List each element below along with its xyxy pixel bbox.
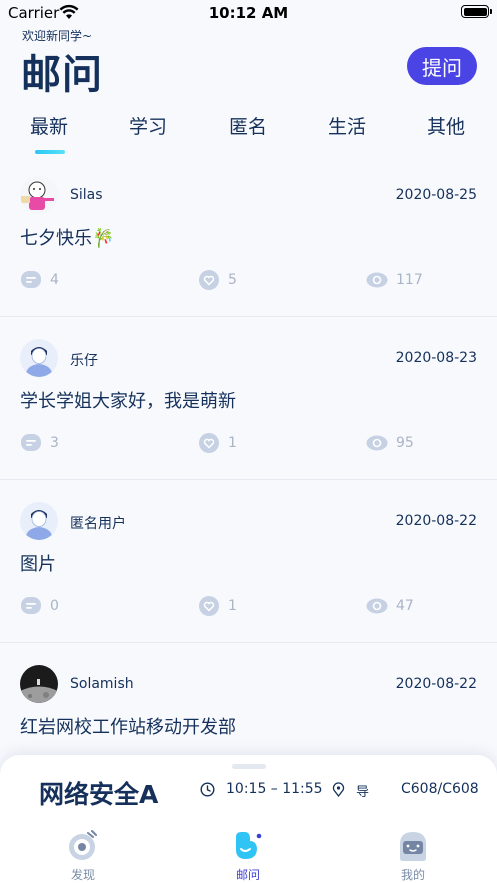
view-count: 95 <box>366 432 414 454</box>
like-count[interactable]: 1 <box>198 432 237 454</box>
nav-discover[interactable]: 发现 <box>53 830 113 882</box>
tab-life[interactable]: 生活 <box>328 112 366 139</box>
nav-qa-label: 邮问 <box>235 868 260 882</box>
nav-profile[interactable]: 我的 <box>383 830 443 882</box>
page-title: 邮问 <box>21 52 103 98</box>
category-tabs: 最新 学习 匿名 生活 其他 <box>0 112 497 152</box>
view-count: 117 <box>366 269 423 291</box>
location-icon <box>332 782 345 797</box>
course-name: 网络安全A <box>39 780 159 809</box>
question-card[interactable]: 匿名用户 2020-08-22 图片 0 1 47 <box>0 480 497 643</box>
view-count-value: 117 <box>396 272 423 288</box>
like-count-value: 5 <box>228 272 237 288</box>
status-bar: Carrier 10:12 AM <box>0 0 497 26</box>
course-room: C608/C608 <box>401 781 479 797</box>
post-content[interactable]: 七夕快乐🎋 <box>20 224 114 250</box>
nav-profile-label: 我的 <box>400 868 425 882</box>
bottom-navigation: 发现 邮问 我的 <box>0 822 497 883</box>
question-card[interactable]: Silas 2020-08-25 七夕快乐🎋 4 5 117 <box>0 154 497 317</box>
post-date: 2020-08-22 <box>395 676 477 692</box>
qa-icon <box>236 832 262 859</box>
comment-icon <box>21 434 41 451</box>
like-count-value: 1 <box>228 435 237 451</box>
heart-icon <box>199 596 219 616</box>
moon-photo-avatar[interactable] <box>20 665 58 703</box>
discover-icon <box>69 830 97 860</box>
eye-icon <box>366 435 388 451</box>
comment-count-value: 3 <box>50 435 59 451</box>
view-count-value: 95 <box>396 435 414 451</box>
post-content[interactable]: 图片 <box>20 550 56 576</box>
post-author[interactable]: 匿名用户 <box>70 513 126 533</box>
view-count-value: 47 <box>396 598 414 614</box>
like-count[interactable]: 1 <box>198 595 237 617</box>
comment-count-value: 0 <box>50 598 59 614</box>
default-user-avatar[interactable] <box>20 502 58 540</box>
pink-character-avatar[interactable] <box>20 176 58 214</box>
post-content[interactable]: 红岩网校工作站移动开发部 <box>20 713 236 739</box>
ask-question-button[interactable]: 提问 <box>407 47 477 85</box>
post-date: 2020-08-23 <box>395 350 477 366</box>
profile-icon <box>400 832 426 861</box>
post-content[interactable]: 学长学姐大家好，我是萌新 <box>20 387 236 413</box>
nav-discover-label: 发现 <box>70 868 95 882</box>
comment-count[interactable]: 4 <box>20 269 59 291</box>
comment-icon <box>21 271 41 288</box>
question-card[interactable]: 乐仔 2020-08-23 学长学姐大家好，我是萌新 3 1 95 <box>0 317 497 480</box>
tab-anonymous[interactable]: 匿名 <box>229 112 267 139</box>
comment-count[interactable]: 0 <box>20 595 59 617</box>
post-author[interactable]: Silas <box>70 187 103 203</box>
heart-icon <box>199 433 219 453</box>
battery-icon <box>461 5 492 18</box>
post-date: 2020-08-22 <box>395 513 477 529</box>
eye-icon <box>366 598 388 614</box>
post-author[interactable]: Solamish <box>70 676 134 692</box>
view-count: 47 <box>366 595 414 617</box>
post-date: 2020-08-25 <box>395 187 477 203</box>
like-count[interactable]: 5 <box>198 269 237 291</box>
comment-count[interactable]: 3 <box>20 432 59 454</box>
question-feed[interactable]: Silas 2020-08-25 七夕快乐🎋 4 5 117 乐仔 2020-0… <box>0 154 497 794</box>
default-user-avatar[interactable] <box>20 339 58 377</box>
tab-other[interactable]: 其他 <box>427 112 465 139</box>
post-author[interactable]: 乐仔 <box>70 350 98 370</box>
nav-qa[interactable]: 邮问 <box>218 830 278 882</box>
comment-count-value: 4 <box>50 272 59 288</box>
like-count-value: 1 <box>228 598 237 614</box>
tab-study[interactable]: 学习 <box>129 112 167 139</box>
status-time: 10:12 AM <box>208 4 289 22</box>
drag-handle[interactable] <box>232 764 266 769</box>
tab-latest[interactable]: 最新 <box>30 112 68 139</box>
comment-icon <box>21 597 41 614</box>
course-time: 10:15 – 11:55 <box>226 781 323 797</box>
eye-icon <box>366 272 388 288</box>
navigation-glyph[interactable]: 导 <box>356 781 369 800</box>
clock-icon <box>200 782 215 797</box>
heart-icon <box>199 270 219 290</box>
